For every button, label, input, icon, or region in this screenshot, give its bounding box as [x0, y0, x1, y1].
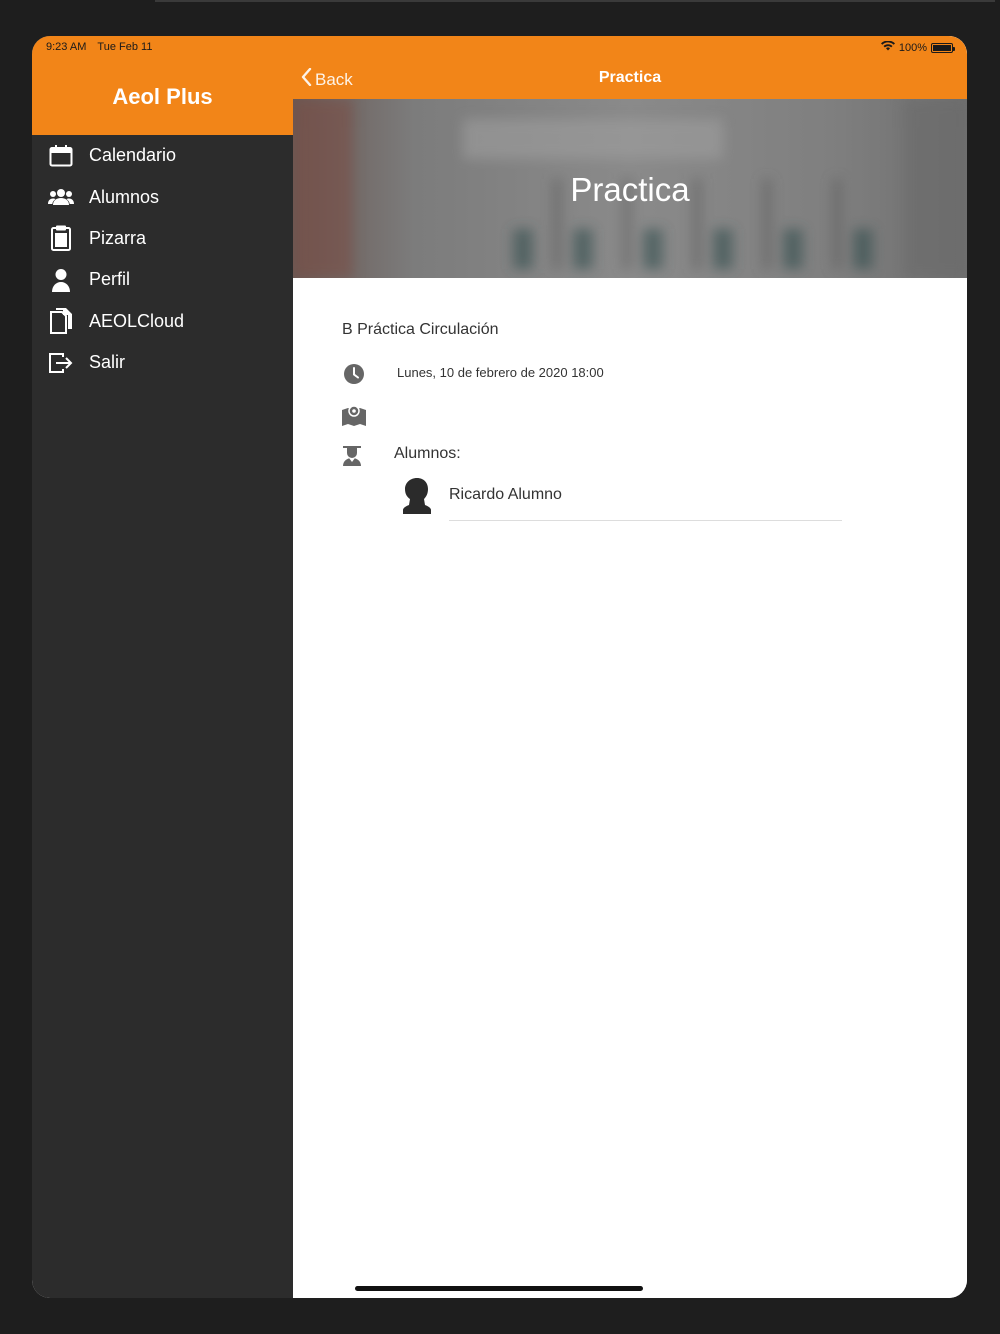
status-bar-right: 100% [880, 40, 955, 54]
student-row[interactable]: Ricardo Alumno [402, 476, 842, 521]
logout-icon [47, 349, 75, 377]
graduate-icon [340, 443, 364, 467]
sidebar-menu: Calendario Alumnos Pizarra Perfil AEOLCl… [32, 135, 293, 383]
sidebar: 9:23 AM Tue Feb 11 Aeol Plus Calendario … [32, 36, 293, 1298]
sidebar-item-perfil[interactable]: Perfil [32, 259, 293, 300]
sidebar-item-label: Pizarra [89, 227, 147, 248]
users-icon [47, 183, 75, 211]
sidebar-item-label: AEOLCloud [89, 310, 185, 331]
sidebar-header: 9:23 AM Tue Feb 11 Aeol Plus [32, 36, 293, 135]
ipad-screen: 9:23 AM Tue Feb 11 Aeol Plus Calendario … [32, 36, 967, 1298]
detail-panel: 100% Back Practica Practica B Práctica C… [293, 36, 967, 1298]
home-indicator[interactable] [355, 1286, 643, 1291]
sidebar-item-alumnos[interactable]: Alumnos [32, 176, 293, 217]
sidebar-item-label: Perfil [89, 269, 131, 290]
sidebar-item-label: Alumnos [89, 186, 160, 207]
students-label: Alumnos: [394, 445, 461, 462]
banner-title: Practica [570, 171, 690, 208]
calendar-icon [47, 142, 75, 170]
nav-title: Practica [598, 69, 662, 86]
map-icon [342, 403, 366, 427]
header-banner: Practica [293, 99, 967, 278]
practice-date: Lunes, 10 de febrero de 2020 18:00 [397, 365, 604, 380]
student-name: Ricardo Alumno [449, 486, 562, 503]
sidebar-item-aeolcloud[interactable]: AEOLCloud [32, 301, 293, 342]
files-icon [47, 307, 75, 335]
battery-percent: 100% [898, 41, 927, 54]
sidebar-item-salir[interactable]: Salir [32, 342, 293, 383]
sidebar-item-pizarra[interactable]: Pizarra [32, 218, 293, 259]
sidebar-item-calendario[interactable]: Calendario [32, 135, 293, 176]
battery-icon [931, 42, 955, 53]
user-icon [47, 266, 75, 294]
row-divider [449, 520, 842, 521]
status-bar-left: 9:23 AM Tue Feb 11 [46, 41, 152, 53]
status-time: 9:23 AM [46, 41, 87, 53]
status-date: Tue Feb 11 [97, 41, 153, 53]
clipboard-icon [47, 224, 75, 252]
practice-name: B Práctica Circulación [342, 321, 499, 338]
app-title: Aeol Plus [112, 84, 213, 109]
clock-icon [342, 362, 366, 386]
wifi-icon [880, 40, 895, 54]
student-avatar-icon [402, 478, 434, 514]
navigation-bar: 100% Back Practica [293, 36, 967, 99]
frame-edge [155, 0, 995, 2]
sidebar-item-label: Salir [89, 352, 126, 373]
sidebar-item-label: Calendario [89, 145, 177, 166]
